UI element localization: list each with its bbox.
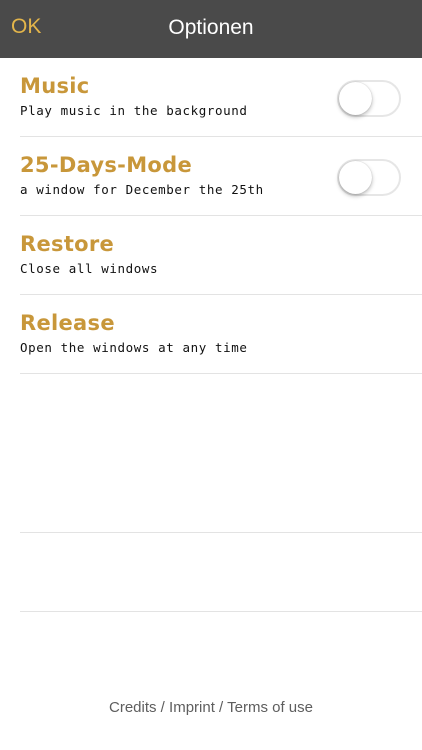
option-title-release: Release [20, 311, 115, 335]
page-title: Optionen [168, 16, 254, 39]
footer-separator: / [156, 699, 170, 716]
option-row-restore[interactable]: Restore Close all windows [0, 216, 422, 295]
footer-links: Credits / Imprint / Terms of use [0, 699, 422, 716]
empty-row-divider [20, 532, 422, 533]
navigation-bar: OK Optionen [0, 0, 422, 58]
option-row-25-days-mode: 25-Days-Mode a window for December the 2… [0, 137, 422, 216]
option-title-restore: Restore [20, 232, 115, 256]
25-days-mode-toggle[interactable] [337, 159, 401, 196]
option-title-25-days-mode: 25-Days-Mode [20, 153, 192, 177]
imprint-link[interactable]: Imprint [169, 699, 215, 716]
toggle-knob [339, 82, 372, 115]
footer-separator: / [214, 699, 228, 716]
option-description-release: Open the windows at any time [20, 340, 248, 355]
empty-row-divider [20, 611, 422, 612]
option-description-restore: Close all windows [20, 261, 159, 276]
option-description-music: Play music in the background [20, 103, 248, 118]
row-divider [20, 373, 422, 374]
terms-of-use-link[interactable]: Terms of use [227, 699, 313, 716]
option-row-music: Music Play music in the background [0, 58, 422, 137]
toggle-knob [339, 161, 372, 194]
music-toggle[interactable] [337, 80, 401, 117]
credits-link[interactable]: Credits [109, 699, 157, 716]
option-title-music: Music [20, 74, 90, 98]
option-description-25-days-mode: a window for December the 25th [20, 182, 264, 197]
option-row-release[interactable]: Release Open the windows at any time [0, 295, 422, 374]
